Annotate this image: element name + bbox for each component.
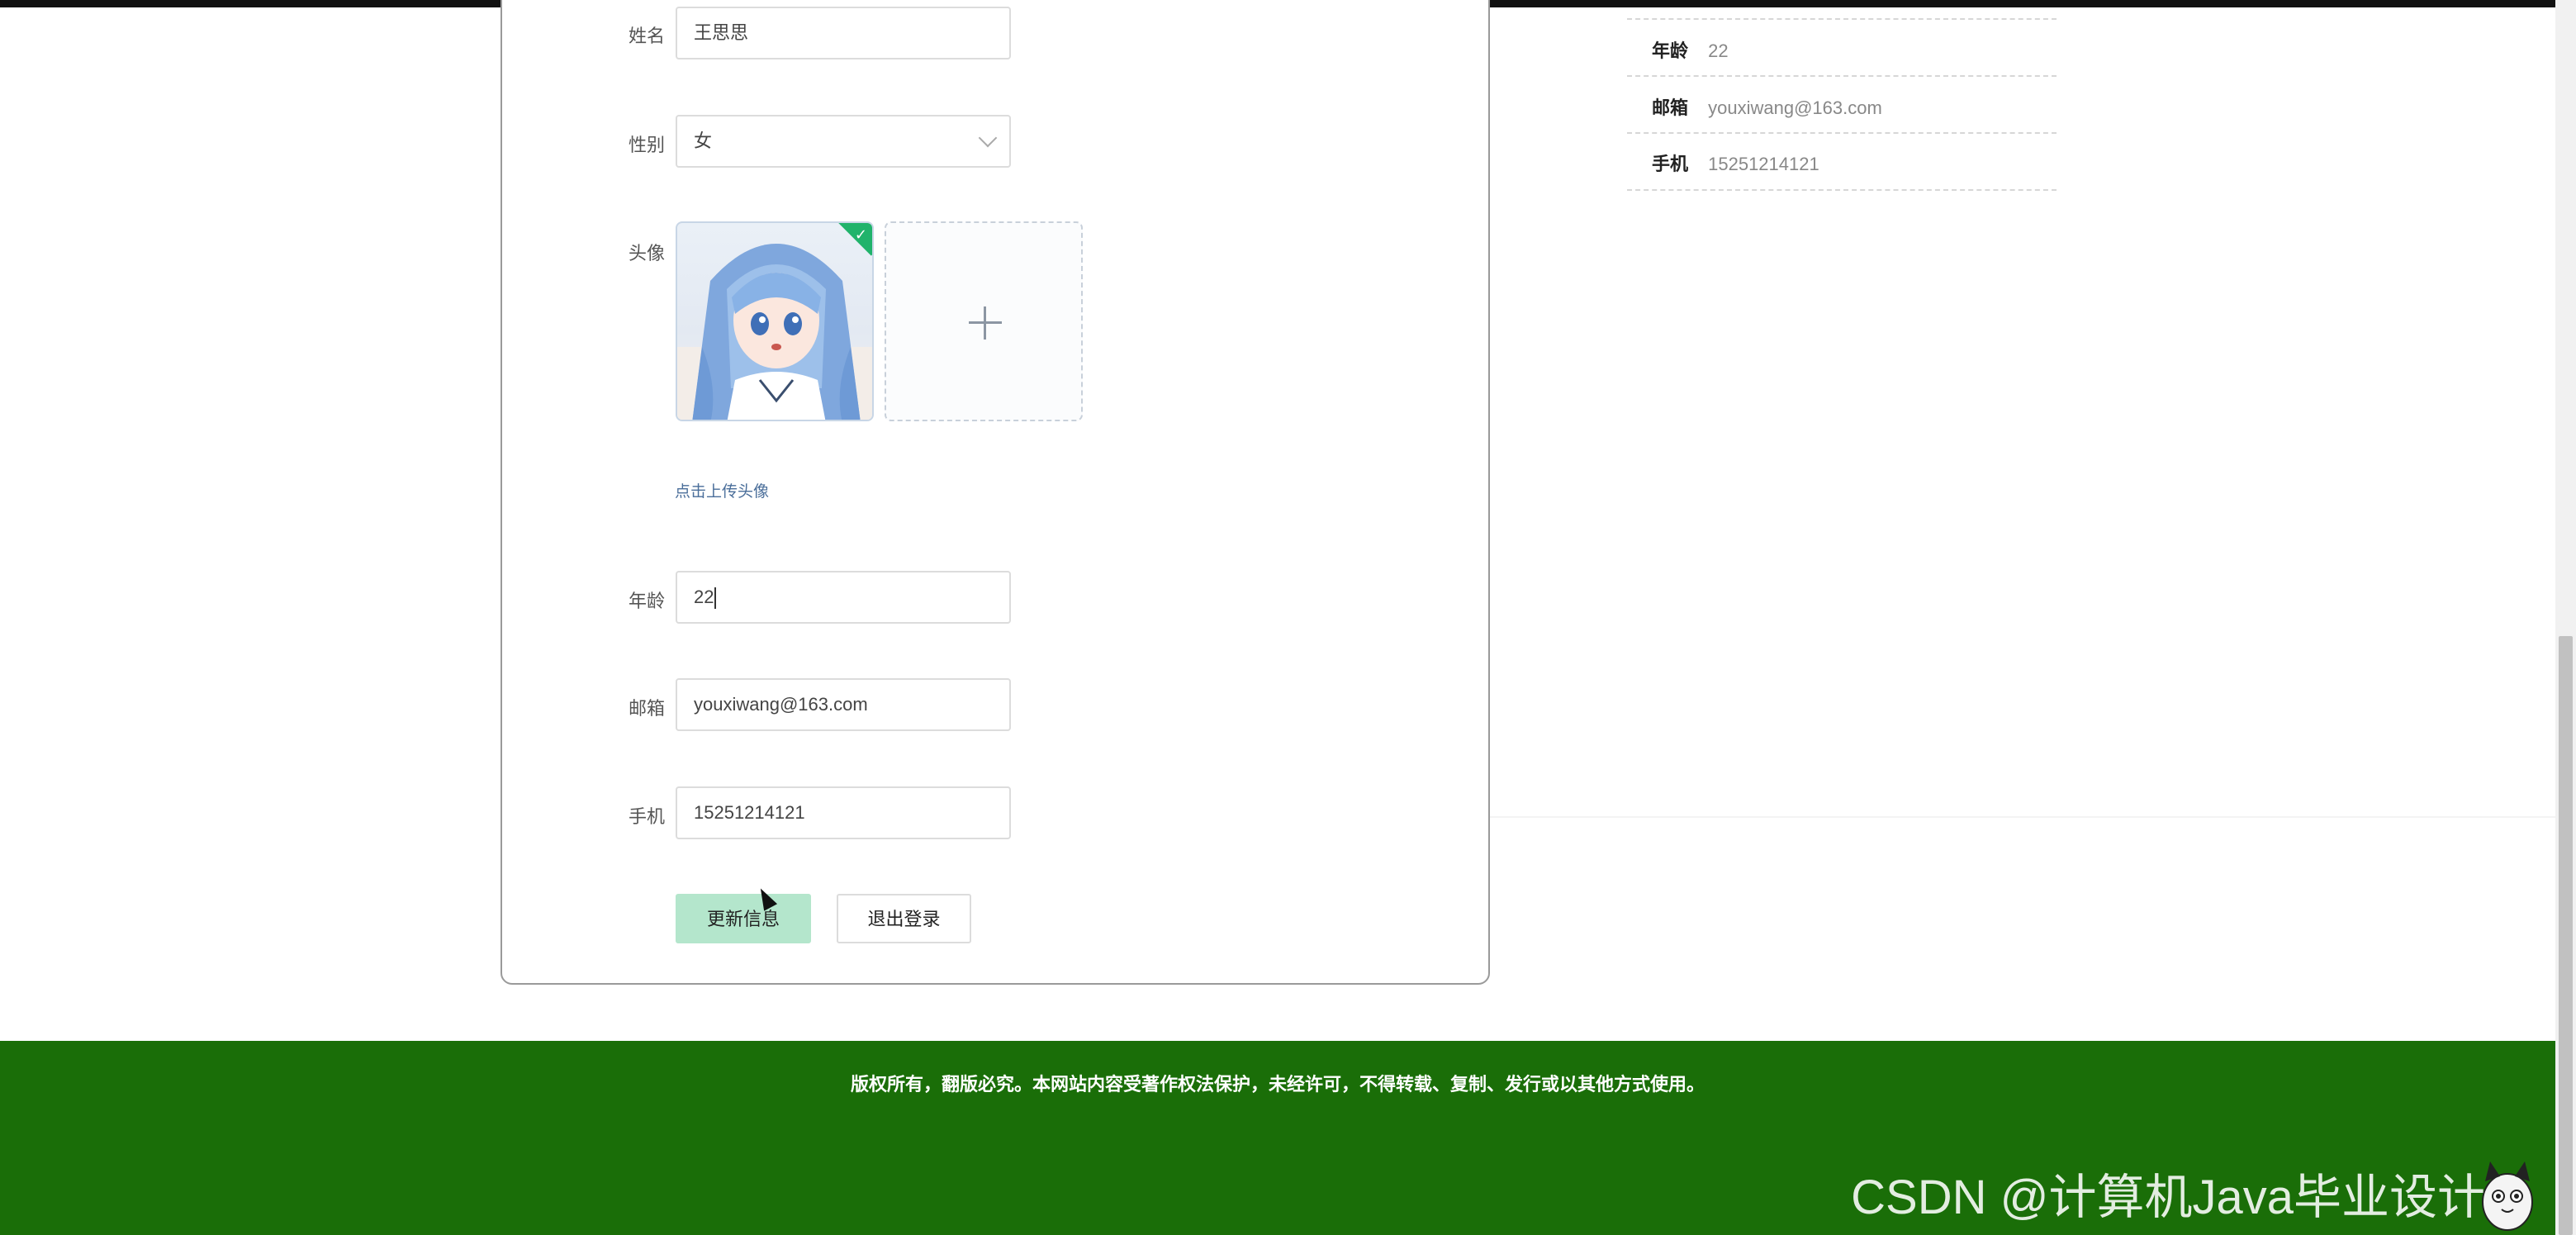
gender-select[interactable]: 女 — [676, 115, 1011, 168]
info-divider — [1627, 18, 2057, 20]
plus-icon-vertical — [984, 306, 986, 340]
info-key: 手机 — [1652, 154, 1689, 174]
info-row-email: 邮箱 youxiwang@163.com — [1652, 93, 1882, 120]
info-divider — [1627, 132, 2057, 134]
gender-value: 女 — [694, 131, 713, 151]
chevron-down-icon — [978, 128, 998, 148]
age-value: 22 — [694, 587, 714, 607]
info-divider — [1627, 189, 2057, 191]
name-input[interactable]: 王思思 — [676, 7, 1011, 59]
csdn-watermark: CSDN @计算机Java毕业设计 — [1851, 1171, 2485, 1224]
scrollbar-thumb[interactable] — [2559, 636, 2573, 1235]
avatar-upload-button[interactable] — [885, 221, 1083, 421]
logout-button[interactable]: 退出登录 — [837, 894, 971, 943]
avatar-image — [677, 244, 872, 420]
avatar-label: 头像 — [628, 243, 665, 264]
info-row-age: 年龄 22 — [1652, 36, 1729, 63]
age-input[interactable]: 22 — [676, 571, 1011, 624]
gender-label: 性别 — [628, 135, 665, 155]
check-icon: ✓ — [854, 226, 867, 243]
text-caret — [714, 587, 717, 610]
vertical-scrollbar[interactable] — [2555, 0, 2576, 1235]
info-value: 15251214121 — [1708, 154, 1819, 174]
info-value: 22 — [1708, 40, 1729, 61]
age-label: 年龄 — [628, 591, 665, 611]
update-info-button[interactable]: 更新信息 — [676, 894, 811, 943]
email-label: 邮箱 — [628, 698, 665, 719]
phone-input[interactable]: 15251214121 — [676, 786, 1011, 839]
info-divider — [1627, 75, 2057, 77]
info-value: youxiwang@163.com — [1708, 97, 1882, 118]
footer-copyright: 版权所有，翻版必究。本网站内容受著作权法保护，未经许可，不得转载、复制、发行或以… — [850, 1074, 1705, 1095]
name-label: 姓名 — [628, 26, 665, 46]
info-row-phone: 手机 15251214121 — [1652, 150, 1819, 176]
avatar-preview[interactable]: ✓ — [676, 221, 874, 421]
avatar-upload-hint: 点击上传头像 — [675, 483, 770, 501]
phone-label: 手机 — [628, 806, 665, 827]
email-input[interactable]: youxiwang@163.com — [676, 678, 1011, 731]
section-divider — [1490, 816, 2555, 818]
mascot-icon — [2482, 1161, 2533, 1231]
info-key: 年龄 — [1652, 40, 1689, 61]
info-key: 邮箱 — [1652, 97, 1689, 118]
